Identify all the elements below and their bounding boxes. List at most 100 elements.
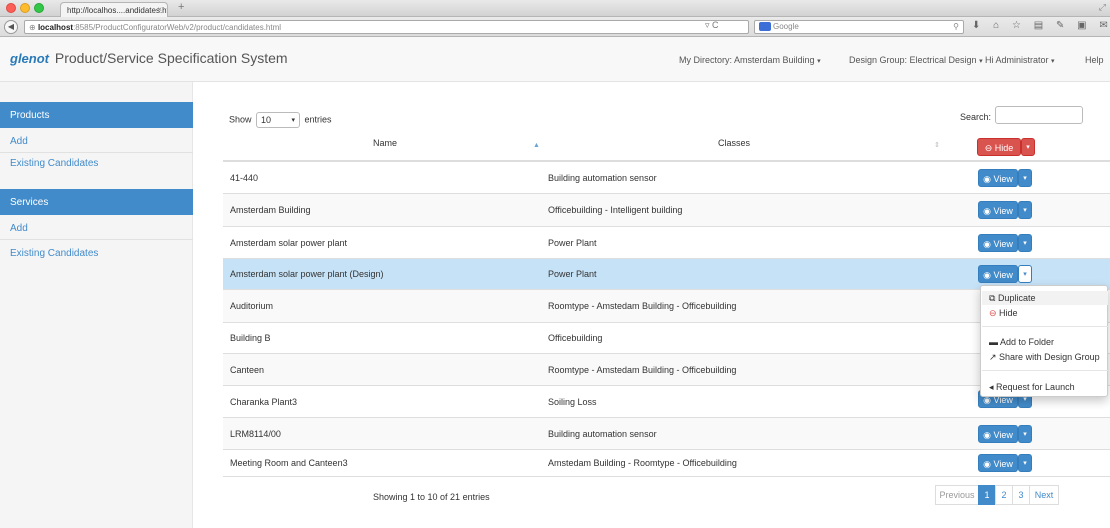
view-dropdown-toggle[interactable]: ▾ xyxy=(1018,234,1032,252)
sidebar-heading-products[interactable]: Products xyxy=(0,102,193,128)
sidebar-item-services-existing[interactable]: Existing Candidates xyxy=(10,248,98,259)
eye-icon: ◉ xyxy=(983,239,994,249)
url-host: localhost xyxy=(37,23,74,32)
row-classes: Power Plant xyxy=(548,269,597,279)
duplicate-icon: ⧉ xyxy=(989,293,998,303)
launch-icon: ◂ xyxy=(989,382,997,392)
brand[interactable]: glenot Product/Service Specification Sys… xyxy=(10,50,288,66)
view-dropdown-toggle[interactable]: ▾ xyxy=(1018,454,1032,472)
pagination-page-2[interactable]: 2 xyxy=(995,485,1013,505)
table-row[interactable]: Charanka Plant3 Soiling Loss ◉ View ▾ xyxy=(223,386,1110,418)
row-classes: Building automation sensor xyxy=(548,173,657,183)
table-row[interactable]: 41-440 Building automation sensor ◉ View… xyxy=(223,162,1110,194)
directory-label: My Directory: Amsterdam Building xyxy=(679,55,815,65)
share-icon: ↗ xyxy=(989,352,1000,362)
toolbar-icons[interactable]: ⬇ ⌂ ☆ ▤ ✎ ▣ ✉ ≡ xyxy=(972,20,1110,31)
sort-asc-icon[interactable]: ▲ xyxy=(533,142,540,149)
row-classes: Building automation sensor xyxy=(548,429,657,439)
view-button-label: View xyxy=(993,239,1013,249)
eye-icon: ◉ xyxy=(983,270,994,280)
tab-title: http://localhos....andidates.html xyxy=(67,6,168,15)
table-row[interactable]: Amsterdam solar power plant Power Plant … xyxy=(223,227,1110,259)
view-dropdown-toggle[interactable]: ▾ xyxy=(1018,265,1032,283)
sidebar-item-services-add[interactable]: Add xyxy=(10,223,28,234)
close-window-icon[interactable] xyxy=(6,3,16,13)
chevron-down-icon: ▾ xyxy=(817,58,821,65)
magnifier-icon: ⚲ xyxy=(953,22,959,31)
column-header-classes[interactable]: Classes xyxy=(718,138,750,148)
chevron-down-icon: ▾ xyxy=(1023,207,1027,214)
row-name: Building B xyxy=(230,333,271,343)
pagination-page-1[interactable]: 1 xyxy=(978,485,996,505)
view-button[interactable]: ◉ View xyxy=(978,454,1018,472)
row-classes: Officebuilding xyxy=(548,333,603,343)
pagination-page-3[interactable]: 3 xyxy=(1012,485,1030,505)
browser-search-input[interactable]: Google ⚲ xyxy=(754,20,964,34)
view-button-label: View xyxy=(993,206,1013,216)
view-dropdown-toggle[interactable]: ▾ xyxy=(1018,169,1032,187)
search-input[interactable] xyxy=(995,106,1083,124)
hide-dropdown-toggle[interactable]: ▾ xyxy=(1021,138,1035,156)
row-classes: Roomtype - Amstedam Building - Officebui… xyxy=(548,365,737,375)
duplicate-label: Duplicate xyxy=(997,293,1036,303)
hide-button-label: Hide xyxy=(994,143,1014,153)
table-info: Showing 1 to 10 of 21 entries xyxy=(373,492,490,502)
tab-close-icon[interactable]: × xyxy=(157,5,162,14)
row-name: Amsterdam solar power plant (Design) xyxy=(230,269,384,279)
directory-menu[interactable]: My Directory: Amsterdam Building ▾ xyxy=(679,55,821,65)
pagination-next[interactable]: Next xyxy=(1029,485,1059,505)
entries-label: entries xyxy=(304,114,332,125)
chevron-down-icon: ▾ xyxy=(1023,240,1027,247)
help-link[interactable]: Help xyxy=(1085,55,1104,65)
menu-item-share[interactable]: ↗ Share with Design Group xyxy=(989,352,1100,363)
user-menu[interactable]: Hi Administrator ▾ xyxy=(985,55,1055,65)
minimize-window-icon[interactable] xyxy=(20,3,30,13)
sidebar-divider xyxy=(0,239,193,240)
column-header-name[interactable]: Name xyxy=(373,138,397,148)
new-tab-button[interactable]: + xyxy=(178,1,184,13)
pagination-previous[interactable]: Previous xyxy=(935,485,979,505)
chevron-down-icon: ▾ xyxy=(1023,431,1027,438)
menu-item-add-to-folder[interactable]: ▬ Add to Folder xyxy=(989,337,1054,347)
chevron-down-icon: ▾ xyxy=(979,58,983,65)
table-row[interactable]: LRM8114/00 Building automation sensor ◉ … xyxy=(223,418,1110,450)
view-button[interactable]: ◉ View xyxy=(978,425,1018,443)
sidebar-item-products-existing[interactable]: Existing Candidates xyxy=(10,158,98,169)
fullscreen-icon[interactable]: ⤢ xyxy=(1099,2,1106,13)
hide-button[interactable]: ⊖ Hide xyxy=(977,138,1021,156)
reload-icon[interactable]: ▿ C xyxy=(705,20,719,31)
dropdown-divider xyxy=(982,326,1108,327)
view-button[interactable]: ◉ View xyxy=(978,234,1018,252)
browser-tab[interactable]: http://localhos....andidates.html × xyxy=(60,2,168,17)
table-row[interactable]: Meeting Room and Canteen3 Amstedam Build… xyxy=(223,450,1110,477)
url-path: :8585/ProductConfiguratorWeb/v2/product/… xyxy=(73,23,282,32)
chevron-down-icon: ▾ xyxy=(1023,175,1027,182)
design-group-menu[interactable]: Design Group: Electrical Design ▾ xyxy=(849,55,983,65)
sort-both-icon[interactable]: ⇕ xyxy=(934,141,940,149)
view-button[interactable]: ◉ View xyxy=(978,265,1018,283)
view-button[interactable]: ◉ View xyxy=(978,169,1018,187)
table-row[interactable]: Auditorium Roomtype - Amstedam Building … xyxy=(223,290,1110,323)
menu-item-hide[interactable]: ⊖ Hide xyxy=(989,308,1018,319)
menu-item-request-launch[interactable]: ◂ Request for Launch xyxy=(989,382,1075,393)
view-dropdown-toggle[interactable]: ▾ xyxy=(1018,201,1032,219)
address-bar[interactable]: ⊕ localhost:8585/ProductConfiguratorWeb/… xyxy=(24,20,749,34)
view-dropdown-toggle[interactable]: ▾ xyxy=(1018,425,1032,443)
chevron-down-icon: ▾ xyxy=(1051,58,1055,65)
add-to-folder-label: Add to Folder xyxy=(1000,337,1055,347)
view-button-label: View xyxy=(993,270,1013,280)
request-launch-label: Request for Launch xyxy=(996,382,1075,392)
sidebar-item-products-add[interactable]: Add xyxy=(10,136,28,147)
show-label: Show xyxy=(229,114,252,125)
view-button[interactable]: ◉ View xyxy=(978,201,1018,219)
back-arrow-icon[interactable]: ◀ xyxy=(4,20,18,34)
menu-item-duplicate[interactable]: ⧉ Duplicate xyxy=(989,293,1035,304)
entries-select[interactable]: 10 ▾ xyxy=(256,112,301,128)
table-row[interactable]: Amsterdam Building Officebuilding - Inte… xyxy=(223,194,1110,227)
maximize-window-icon[interactable] xyxy=(34,3,44,13)
browser-titlebar: http://localhos....andidates.html × + ⤢ xyxy=(0,0,1110,17)
table-row[interactable]: Canteen Roomtype - Amstedam Building - O… xyxy=(223,354,1110,386)
table-row[interactable]: Building B Officebuilding xyxy=(223,323,1110,354)
table-row-selected[interactable]: Amsterdam solar power plant (Design) Pow… xyxy=(223,259,1110,290)
sidebar-heading-services[interactable]: Services xyxy=(0,189,193,215)
